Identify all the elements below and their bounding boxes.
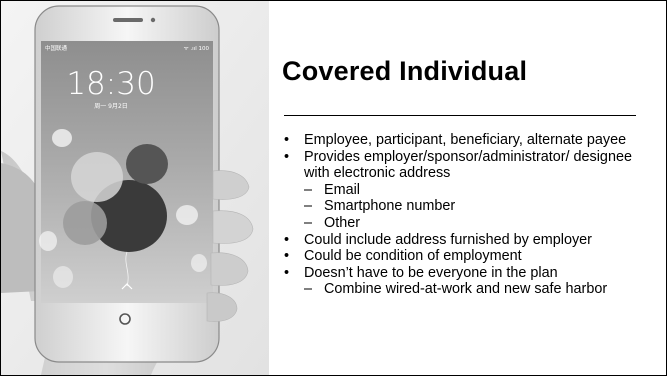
bullet-item: Could be condition of employment [283, 248, 658, 265]
bullet-list: Employee, participant, beneficiary, alte… [283, 132, 658, 298]
status-icons: ᯤ .ııl 100 [184, 46, 210, 52]
balloon-small-right [176, 205, 198, 225]
balloon-top-left [52, 129, 72, 147]
lockscreen-date: 周一 9月2日 [94, 103, 128, 110]
lockscreen-clock: 18:30 [66, 66, 155, 102]
bullet-item: Doesn’t have to be everyone in the plan [283, 265, 658, 282]
balloon-bottom-left [53, 266, 73, 288]
bullet-item: Provides employer/sponsor/administrator/… [283, 149, 658, 182]
balloon-mid-right [126, 144, 168, 184]
bullet-item: Employee, participant, beneficiary, alte… [283, 132, 658, 149]
balloon-grey-left [63, 201, 107, 245]
slide-title: Covered Individual [282, 56, 528, 86]
sub-bullet-item: Other [283, 215, 658, 232]
title-divider [284, 115, 636, 116]
balloon-light-left [71, 152, 123, 202]
bullet-item: Could include address furnished by emplo… [283, 232, 658, 249]
sub-bullet-item: Combine wired-at-work and new safe harbo… [283, 281, 658, 298]
slide: 中国联通 ᯤ .ııl 100 18:30 周一 9月2日 Covered In… [0, 0, 667, 376]
balloon-bottom-right [191, 254, 207, 272]
hand-holding-phone-image: 中国联通 ᯤ .ııl 100 18:30 周一 9月2日 [1, 1, 269, 375]
phone-earpiece [113, 18, 143, 22]
phone-photo-svg: 中国联通 ᯤ .ııl 100 18:30 周一 9月2日 [1, 1, 269, 375]
sub-bullet-item: Email [283, 182, 658, 199]
balloon-far-left [39, 231, 57, 251]
phone-camera-dot [150, 17, 156, 23]
status-carrier: 中国联通 [45, 44, 68, 52]
sub-bullet-item: Smartphone number [283, 198, 658, 215]
